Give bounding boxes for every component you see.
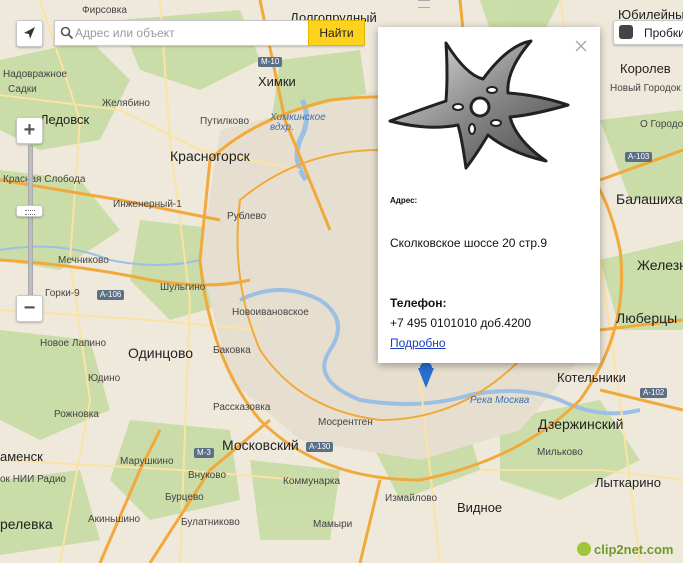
map-label: Дзержинский	[538, 416, 624, 432]
road-shield: М-3	[194, 448, 214, 458]
map-label: Красная Слобода	[3, 174, 86, 185]
phone-value: +7 495 0101010 доб.4200	[390, 316, 531, 330]
map-label: Рассказовка	[213, 402, 271, 413]
map-label: релевка	[0, 516, 53, 532]
map-label: Горки-9	[45, 288, 80, 299]
map-label: Железно	[637, 257, 683, 273]
map-label: О Городок	[640, 119, 683, 130]
find-button[interactable]: Найти	[308, 20, 365, 46]
zoom-slider-track[interactable]	[28, 145, 33, 297]
map-label: Река Москва	[470, 395, 530, 406]
map-label: ок НИИ Радио	[0, 474, 66, 485]
drag-handle[interactable]	[418, 0, 430, 8]
traffic-button[interactable]: Пробки	[613, 20, 683, 45]
address-value: Сколковское шоссе 20 стр.9	[390, 236, 547, 250]
map-label: Юдино	[88, 373, 121, 384]
map-label: Ледовск	[40, 112, 90, 127]
map-label: Рублево	[227, 211, 267, 222]
clip2net-watermark: clip2net.com	[594, 542, 674, 557]
map-label: Баковка	[213, 345, 251, 356]
map-label: Инженерный-1	[113, 199, 182, 210]
map-label: Химкинское вдхр.	[270, 112, 326, 133]
search-icon	[60, 26, 74, 40]
road-shield: А-102	[640, 388, 668, 398]
road-shield: А-106	[97, 290, 125, 300]
map-label: Красногорск	[170, 148, 250, 164]
map-label: Московский	[222, 437, 299, 453]
navigation-arrow-icon	[24, 27, 35, 39]
phone-label: Телефон:	[390, 296, 447, 310]
map-label: Внуково	[188, 470, 227, 481]
map-label: Видное	[457, 500, 503, 515]
map-label: аменск	[0, 449, 43, 464]
map-label: Рожновка	[54, 409, 99, 420]
map-label: Лыткарино	[595, 475, 661, 490]
map-label: Фирсовка	[82, 5, 127, 16]
geolocation-button[interactable]	[16, 20, 43, 47]
map-label: Мамыри	[313, 519, 353, 530]
map-label: Мечниково	[58, 255, 109, 266]
map-label: Котельники	[557, 370, 626, 385]
traffic-label: Пробки	[644, 26, 683, 40]
map-label: Путилково	[200, 116, 249, 127]
shuriken-logo-icon	[388, 39, 570, 170]
clip2net-logo-icon	[577, 542, 591, 556]
close-icon[interactable]	[575, 40, 587, 52]
map-label: Бурцево	[165, 492, 204, 503]
search-bar: Найти	[54, 20, 365, 46]
details-link[interactable]: Подробно	[390, 336, 446, 350]
map-label: Желябино	[102, 98, 150, 109]
road-shield: М-10	[258, 57, 283, 67]
map-label: Королев	[620, 61, 671, 76]
search-input[interactable]	[75, 24, 305, 42]
map-label: Коммунарка	[283, 476, 341, 487]
info-balloon: Адрес: Сколковское шоссе 20 стр.9 Телефо…	[378, 27, 600, 363]
map-label: Мильково	[537, 447, 583, 458]
map-label: Шульгино	[160, 282, 206, 293]
road-shield: А-130	[306, 442, 334, 452]
map-label: Новый Городок	[610, 83, 681, 94]
map-label: Марушкино	[120, 456, 174, 467]
map-label: Одинцово	[128, 345, 194, 361]
map-label: Новое Лапино	[40, 338, 107, 349]
map-label: Измайлово	[385, 493, 438, 504]
map-label: Булатниково	[181, 517, 240, 528]
map-label: Химки	[258, 74, 296, 89]
address-label: Адрес:	[390, 196, 418, 205]
map-label: Люберцы	[616, 310, 678, 326]
map-label: Мосрентген	[318, 417, 373, 428]
traffic-icon	[619, 25, 633, 39]
map-label: Акиньшино	[88, 514, 141, 525]
map-label: Новоивановское	[232, 307, 309, 318]
zoom-out-button[interactable]: −	[16, 295, 43, 322]
road-shield: А-103	[625, 152, 653, 162]
map-label: Садки	[8, 84, 37, 95]
zoom-in-button[interactable]: +	[16, 117, 43, 144]
map-label: Надовражное	[3, 69, 67, 80]
map-label: Балашиха	[616, 191, 683, 207]
zoom-slider-handle[interactable]	[16, 205, 43, 217]
